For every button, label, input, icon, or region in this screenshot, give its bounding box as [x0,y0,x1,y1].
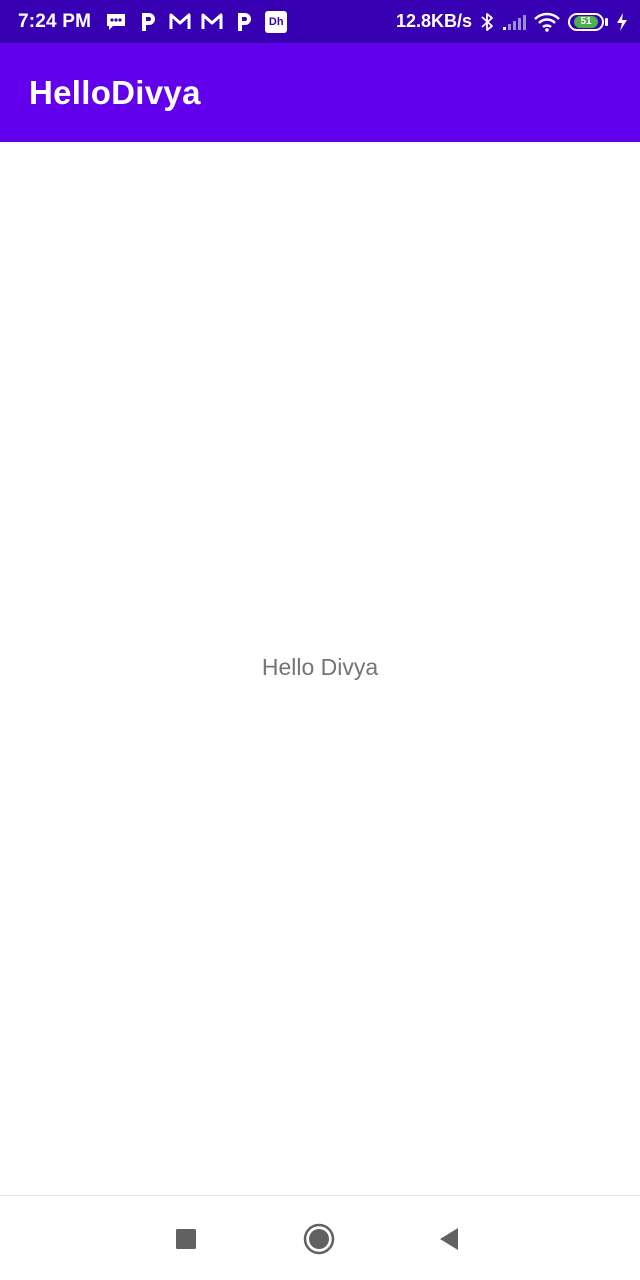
back-button[interactable] [427,1217,471,1261]
gmail-icon [201,11,223,33]
app-bar: HelloDivya [0,43,640,142]
dh-app-icon: Dh [265,10,288,33]
status-bar: 7:24 PM Dh 12.8KB/s 51 [0,0,640,43]
square-icon [176,1229,196,1249]
battery-icon: 51 [568,12,608,31]
charging-icon [616,11,628,33]
paytm-icon [233,11,255,33]
recents-button[interactable] [164,1217,208,1261]
battery-level: 51 [580,16,592,27]
back-triangle-icon [440,1228,458,1250]
status-left: 7:24 PM Dh [18,10,288,33]
hello-text: Hello Divya [261,654,379,680]
paytm-icon [137,11,159,33]
navigation-bar [0,1195,640,1280]
status-time: 7:24 PM [18,10,92,32]
dh-app-label: Dh [268,15,284,28]
message-icon [105,11,127,33]
wifi-icon [534,11,560,33]
net-speed: 12.8KB/s [395,11,472,31]
status-right: 12.8KB/s 51 [396,11,628,33]
signal-icon [502,11,526,33]
bluetooth-icon [480,11,494,33]
circle-icon [303,1223,335,1255]
main-content: Hello Divya [0,142,640,1195]
app-title: HelloDivya [29,73,201,111]
home-button[interactable] [297,1217,341,1261]
gmail-icon [169,11,191,33]
